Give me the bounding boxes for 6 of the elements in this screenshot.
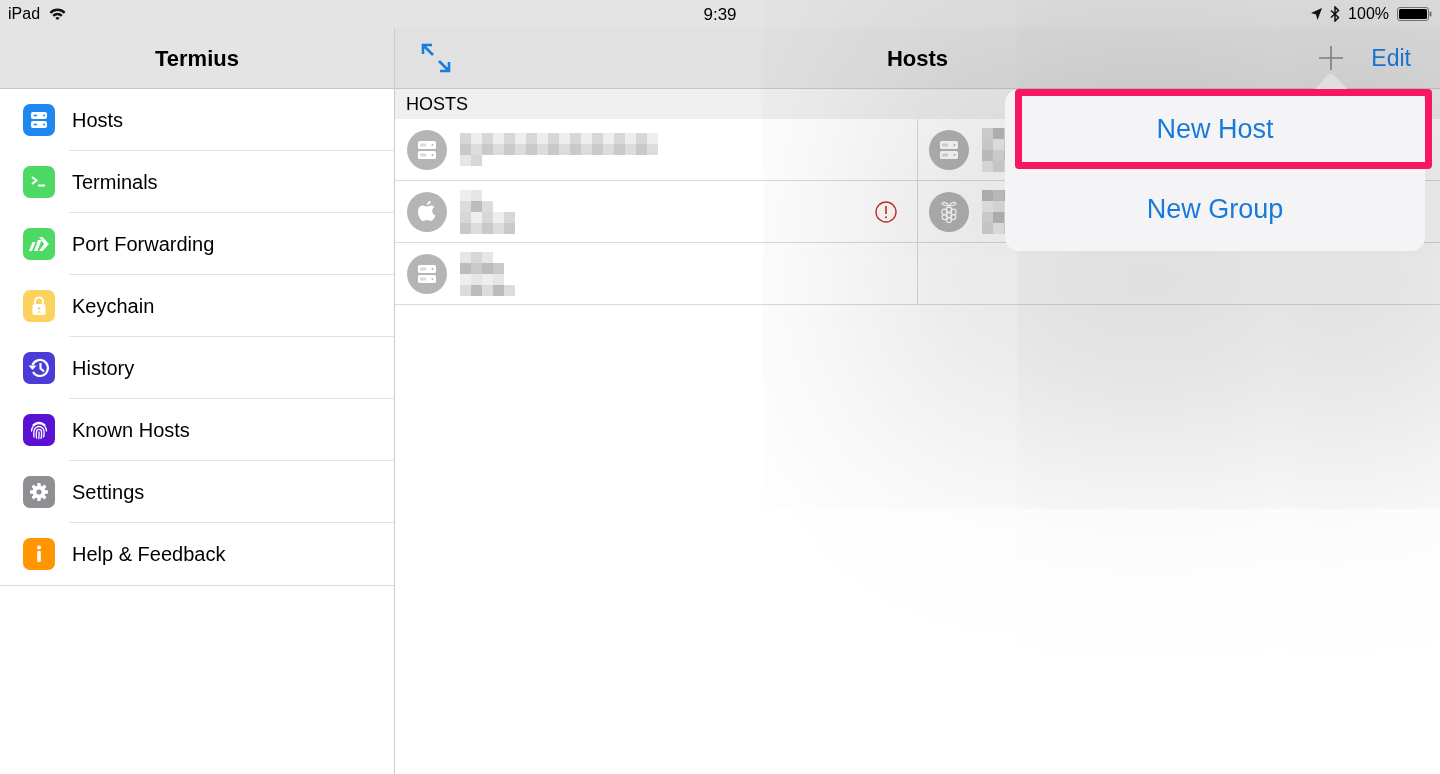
carrier-name: iPad (8, 6, 41, 22)
sidebar-title: Termius (155, 44, 239, 73)
section-header: HOSTS (406, 95, 468, 113)
page-title: Hosts (886, 44, 949, 73)
battery-percentage: 100% (1348, 6, 1389, 22)
clock-time: 9:39 (703, 5, 737, 23)
